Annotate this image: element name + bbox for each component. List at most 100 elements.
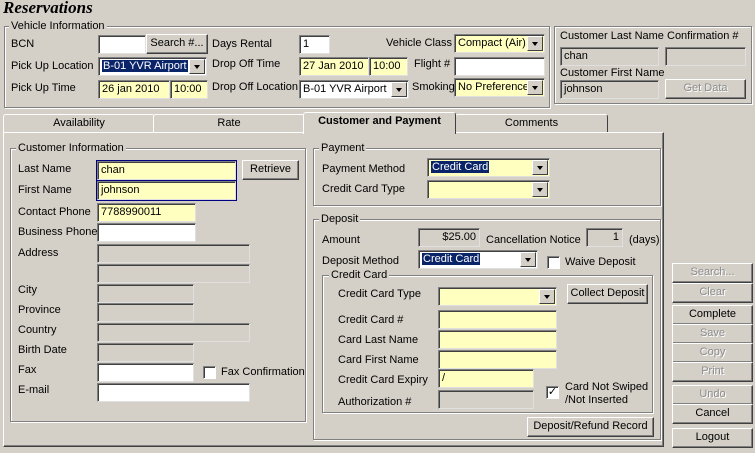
card-first-name-label: Card First Name [338,354,419,366]
fax-input[interactable] [97,363,194,382]
payment-method-select[interactable]: Credit Card [427,158,550,177]
province-input [97,303,194,322]
cancellation-notice-label: Cancellation Notice [486,234,581,246]
fax-confirmation-label: Fax Confirmation [221,366,305,378]
payment-label: Payment [319,142,367,154]
cancellation-days-label: (days) [629,234,660,246]
card-not-swiped-label-2: /Not Inserted [565,394,628,406]
card-last-name-label: Card Last Name [338,334,419,346]
tab-rate[interactable]: Rate [153,114,305,133]
last-name-label: Last Name [18,163,72,175]
flight-number-input[interactable] [454,57,545,76]
chevron-down-icon[interactable] [532,160,548,175]
days-rental-input[interactable]: 1 [299,35,330,54]
card-number-input[interactable] [438,310,557,329]
contact-phone-input[interactable]: 7788990011 [97,203,196,222]
pickup-time-input[interactable]: 10:00 [170,80,208,99]
country-input [97,323,250,342]
window-title: Reservations [3,0,93,17]
search-bcn-button[interactable]: Search #... [146,34,208,54]
birth-date-input [97,343,194,362]
search-button[interactable]: Search... [672,263,753,283]
business-phone-label: Business Phone [18,226,98,238]
cancel-button[interactable]: Cancel [672,404,753,424]
card-not-swiped-label-1: Card Not Swiped [565,381,649,393]
vehicle-class-value: Compact (Air) [458,37,526,49]
waive-deposit-label: Waive Deposit [565,256,636,268]
customer-first-name-field: johnson [560,80,659,99]
waive-deposit-checkbox[interactable] [547,256,560,269]
pickup-time-label: Pick Up Time [11,82,76,94]
confirmation-number-field [665,47,746,66]
collect-deposit-button[interactable]: Collect Deposit [567,284,648,304]
bcn-input[interactable] [98,35,146,54]
chevron-down-icon[interactable] [527,80,543,95]
address-line-2-input [97,264,250,283]
undo-button[interactable]: Undo [672,385,753,405]
logout-button[interactable]: Logout [672,428,753,448]
business-phone-input[interactable] [97,223,196,242]
vehicle-class-select[interactable]: Compact (Air) [454,34,545,53]
deposit-method-value: Credit Card [422,253,481,265]
copy-button[interactable]: Copy [672,343,753,363]
card-type-select[interactable] [438,287,557,306]
card-type-label: Credit Card Type [338,288,421,300]
tab-comments[interactable]: Comments [455,114,608,133]
email-input[interactable] [97,383,250,402]
tab-customer-and-payment[interactable]: Customer and Payment [303,112,456,134]
card-not-swiped-checkbox[interactable]: ✓ [546,386,559,399]
pickup-location-label: Pick Up Location [11,60,94,72]
complete-button[interactable]: Complete [672,305,753,325]
card-first-name-input[interactable] [438,350,557,369]
dropoff-location-select[interactable]: B-01 YVR Airport [299,80,409,99]
pickup-location-select[interactable]: B-01 YVR Airport [98,57,207,76]
chevron-down-icon[interactable] [527,36,543,51]
card-number-label: Credit Card # [338,314,404,326]
email-label: E-mail [18,384,50,396]
chevron-down-icon[interactable] [539,289,555,304]
smoking-select[interactable]: No Preference [454,78,545,97]
smoking-label: Smoking [412,81,455,93]
amount-field: $25.00 [418,228,480,247]
get-data-button[interactable]: Get Data [665,79,746,99]
credit-card-label: Credit Card [329,269,390,281]
dropoff-date-input[interactable]: 27 Jan 2010 [299,57,369,76]
country-label: Country [18,324,57,336]
authorization-field [438,390,534,409]
chevron-down-icon[interactable] [520,252,536,267]
customer-information-label: Customer Information [16,142,126,154]
days-rental-label: Days Rental [212,38,272,50]
deposit-label: Deposit [319,213,361,225]
clear-button[interactable]: Clear [672,283,753,303]
customer-last-name-label: Customer Last Name [560,30,664,42]
payment-cc-type-select[interactable] [427,180,550,199]
pickup-date-input[interactable]: 26 jan 2010 [98,80,170,99]
deposit-refund-record-button[interactable]: Deposit/Refund Record [527,417,654,437]
contact-phone-label: Contact Phone [18,206,91,218]
chevron-down-icon[interactable] [532,182,548,197]
smoking-value: No Preference [458,81,529,93]
retrieve-button[interactable]: Retrieve [242,160,299,180]
card-last-name-input[interactable] [438,330,557,349]
city-label: City [18,284,37,296]
chevron-down-icon[interactable] [391,82,407,97]
cancellation-notice-field: 1 [586,228,623,247]
first-name-input[interactable]: johnson [96,180,237,201]
dropoff-location-value: B-01 YVR Airport [303,83,387,95]
customer-last-name-field: chan [560,47,659,66]
customer-first-name-label: Customer First Name [560,67,665,79]
address-label: Address [18,247,59,259]
card-expiry-input[interactable]: / [438,369,534,388]
dropoff-time-input[interactable]: 10:00 [369,57,408,76]
province-label: Province [18,304,61,316]
deposit-method-select[interactable]: Credit Card [418,250,538,269]
flight-number-label: Flight # [414,58,451,70]
print-button[interactable]: Print [672,362,753,382]
payment-method-value: Credit Card [431,161,490,173]
save-button[interactable]: Save [672,324,753,344]
tab-availability[interactable]: Availability [3,114,155,133]
chevron-down-icon[interactable] [189,59,205,74]
fax-confirmation-checkbox[interactable] [203,366,216,379]
last-name-input[interactable]: chan [96,160,237,181]
vehicle-information-label: Vehicle Information [9,20,107,32]
